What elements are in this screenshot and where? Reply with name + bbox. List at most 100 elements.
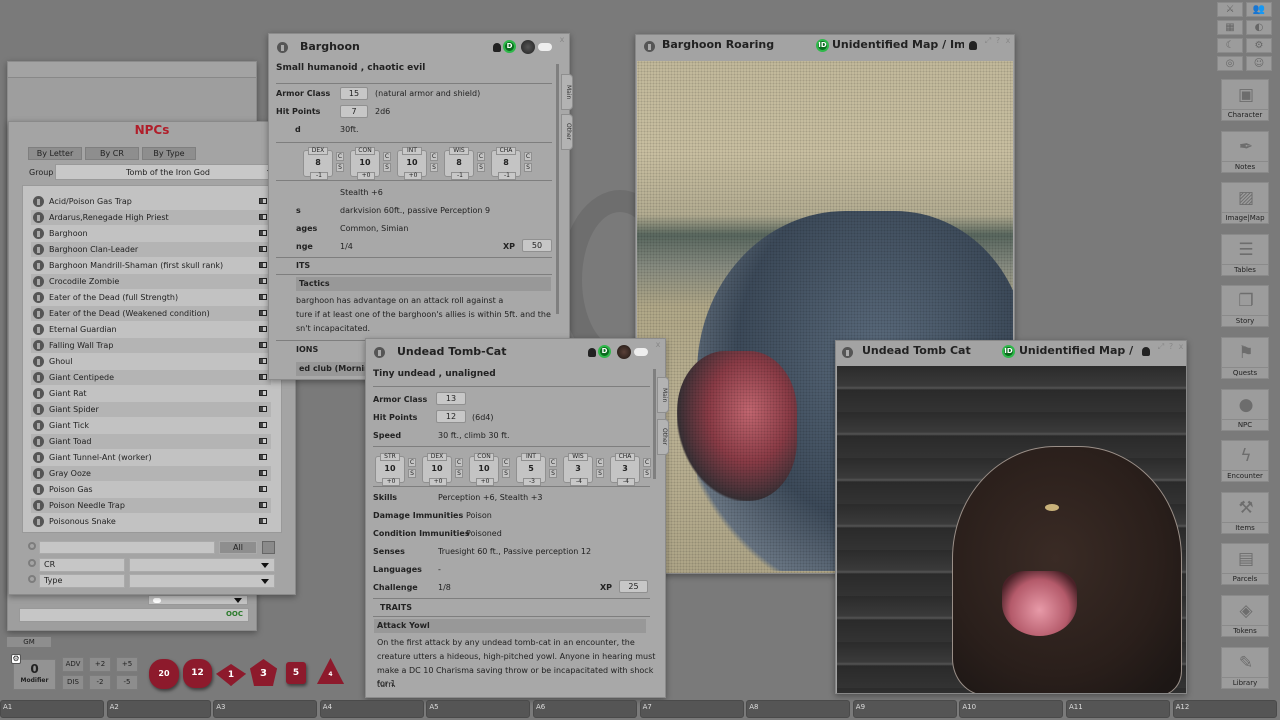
d6-die[interactable]: 5 <box>286 662 306 684</box>
save-roll-button[interactable]: S <box>502 469 510 478</box>
ability-con[interactable]: CON 10 +0 <box>350 147 380 180</box>
visibility-toggle[interactable] <box>634 348 648 356</box>
ability-dex[interactable]: DEX 8 -1 <box>303 147 333 180</box>
info-icon[interactable] <box>33 500 44 511</box>
check-roll-button[interactable]: C <box>408 458 416 467</box>
link-icon[interactable] <box>259 390 267 396</box>
info-icon[interactable] <box>33 452 44 463</box>
link-icon[interactable] <box>259 278 267 284</box>
info-icon[interactable] <box>33 260 44 271</box>
close-button[interactable]: x <box>1176 342 1186 352</box>
link-icon[interactable] <box>259 470 267 476</box>
armor-class-field[interactable]: 15 <box>340 87 368 100</box>
save-roll-button[interactable]: S <box>643 469 651 478</box>
ability-wis[interactable]: WIS 3 -4 <box>563 453 593 486</box>
npc-list-item[interactable]: Eternal Guardian <box>31 322 271 337</box>
minus5-button[interactable]: -5 <box>116 675 138 690</box>
sidebar-item-image-map[interactable]: ▨ Image|Map <box>1221 182 1269 225</box>
ability-cha[interactable]: CHA 3 -4 <box>610 453 640 486</box>
link-icon[interactable] <box>259 406 267 412</box>
trait-name[interactable]: Tactics <box>296 277 551 291</box>
npc-list-item[interactable]: Crocodile Zombie <box>31 274 271 289</box>
ability-wis[interactable]: WIS 8 -1 <box>444 147 474 180</box>
npc-list-item[interactable]: Giant Spider <box>31 402 271 417</box>
tab-other[interactable]: Other <box>657 419 669 455</box>
sidebar-item-story[interactable]: ❐ Story <box>1221 285 1269 328</box>
ability-int[interactable]: INT 5 -3 <box>516 453 546 486</box>
sidebar-item-tokens[interactable]: ◈ Tokens <box>1221 595 1269 637</box>
save-roll-button[interactable]: S <box>524 163 532 172</box>
npc-list-item[interactable]: Giant Centipede <box>31 370 271 385</box>
npc-list-item[interactable]: Barghoon <box>31 226 271 241</box>
info-icon[interactable] <box>33 196 44 207</box>
hotkey-slot[interactable]: A10 <box>959 700 1064 718</box>
sidebar-item-character[interactable]: ▣ Character <box>1221 79 1269 121</box>
sword-icon[interactable]: ⚔ <box>1217 2 1243 17</box>
sidebar-item-npc[interactable]: ● NPC <box>1221 388 1269 431</box>
id-icon[interactable]: ID <box>816 39 829 52</box>
info-icon[interactable] <box>33 228 44 239</box>
tab-by-cr[interactable]: By CR <box>85 147 139 160</box>
close-button[interactable]: x <box>557 35 567 45</box>
type-filter-select[interactable] <box>129 574 275 588</box>
ability-str[interactable]: STR 10 +0 <box>375 453 405 486</box>
trait-name[interactable]: Attack Yowl <box>374 619 646 633</box>
npc-list-item[interactable]: Giant Tick <box>31 418 271 433</box>
npc-list-item[interactable]: Poisonous Snake <box>31 514 271 529</box>
ability-cha[interactable]: CHA 8 -1 <box>491 147 521 180</box>
save-roll-button[interactable]: S <box>430 163 438 172</box>
chat-input[interactable]: OOC <box>19 608 249 622</box>
info-icon[interactable] <box>33 404 44 415</box>
hotkey-slot[interactable]: A11 <box>1066 700 1170 718</box>
info-icon[interactable] <box>374 347 385 358</box>
info-icon[interactable] <box>33 388 44 399</box>
check-roll-button[interactable]: C <box>643 458 651 467</box>
info-icon[interactable] <box>33 324 44 335</box>
info-icon[interactable] <box>33 212 44 223</box>
hotkey-slot[interactable]: A9 <box>852 700 957 718</box>
info-icon[interactable] <box>33 372 44 383</box>
palette-icon[interactable]: ◐ <box>1246 20 1272 35</box>
hotkey-slot[interactable]: A7 <box>639 700 744 718</box>
chat-mode-select[interactable] <box>148 595 248 605</box>
link-icon[interactable] <box>259 518 267 524</box>
npc-list-item[interactable]: Falling Wall Trap <box>31 338 271 353</box>
plus2-button[interactable]: +2 <box>89 657 111 672</box>
resize-icon[interactable]: ⤢ <box>983 36 993 46</box>
id-icon[interactable]: ID <box>1002 345 1015 358</box>
npc-list-item[interactable]: Giant Tunnel-Ant (worker) <box>31 450 271 465</box>
link-icon[interactable] <box>259 502 267 508</box>
minus2-button[interactable]: -2 <box>89 675 111 690</box>
check-roll-button[interactable]: C <box>383 152 391 161</box>
info-icon[interactable] <box>842 347 853 358</box>
xp-field[interactable]: 25 <box>619 580 648 593</box>
hit-points-field[interactable]: 7 <box>340 105 368 118</box>
ability-dex[interactable]: DEX 10 +0 <box>422 453 452 486</box>
ability-con[interactable]: CON 10 +0 <box>469 453 499 486</box>
npc-list-item[interactable]: Giant Rat <box>31 386 271 401</box>
cr-filter-select[interactable] <box>129 558 275 572</box>
info-icon[interactable] <box>33 436 44 447</box>
npc-list-item[interactable]: Ardarus,Renegade High Priest <box>31 210 271 225</box>
save-roll-button[interactable]: S <box>549 469 557 478</box>
camera-icon[interactable]: ◎ <box>1217 56 1243 71</box>
plus5-button[interactable]: +5 <box>116 657 138 672</box>
hotkey-slot[interactable]: A8 <box>746 700 851 718</box>
npc-list-item[interactable]: Eater of the Dead (full Strength) <box>31 290 271 305</box>
d8-die[interactable]: 3 <box>250 659 277 686</box>
tab-by-letter[interactable]: By Letter <box>28 147 82 160</box>
link-icon[interactable] <box>259 422 267 428</box>
hotkey-slot[interactable]: A12 <box>1172 700 1277 718</box>
link-icon[interactable] <box>259 230 267 236</box>
link-icon[interactable] <box>259 486 267 492</box>
d10-die[interactable]: 1 <box>216 664 246 686</box>
armor-class-field[interactable]: 13 <box>436 392 466 405</box>
npc-list-item[interactable]: Poison Gas <box>31 482 271 497</box>
info-icon[interactable] <box>277 42 288 53</box>
lock-icon[interactable] <box>493 43 501 52</box>
link-icon[interactable] <box>259 374 267 380</box>
gear-icon[interactable]: ⚙ <box>1246 38 1272 53</box>
info-icon[interactable] <box>33 244 44 255</box>
gear-icon[interactable]: ⚙ <box>11 654 21 664</box>
info-icon[interactable] <box>33 340 44 351</box>
